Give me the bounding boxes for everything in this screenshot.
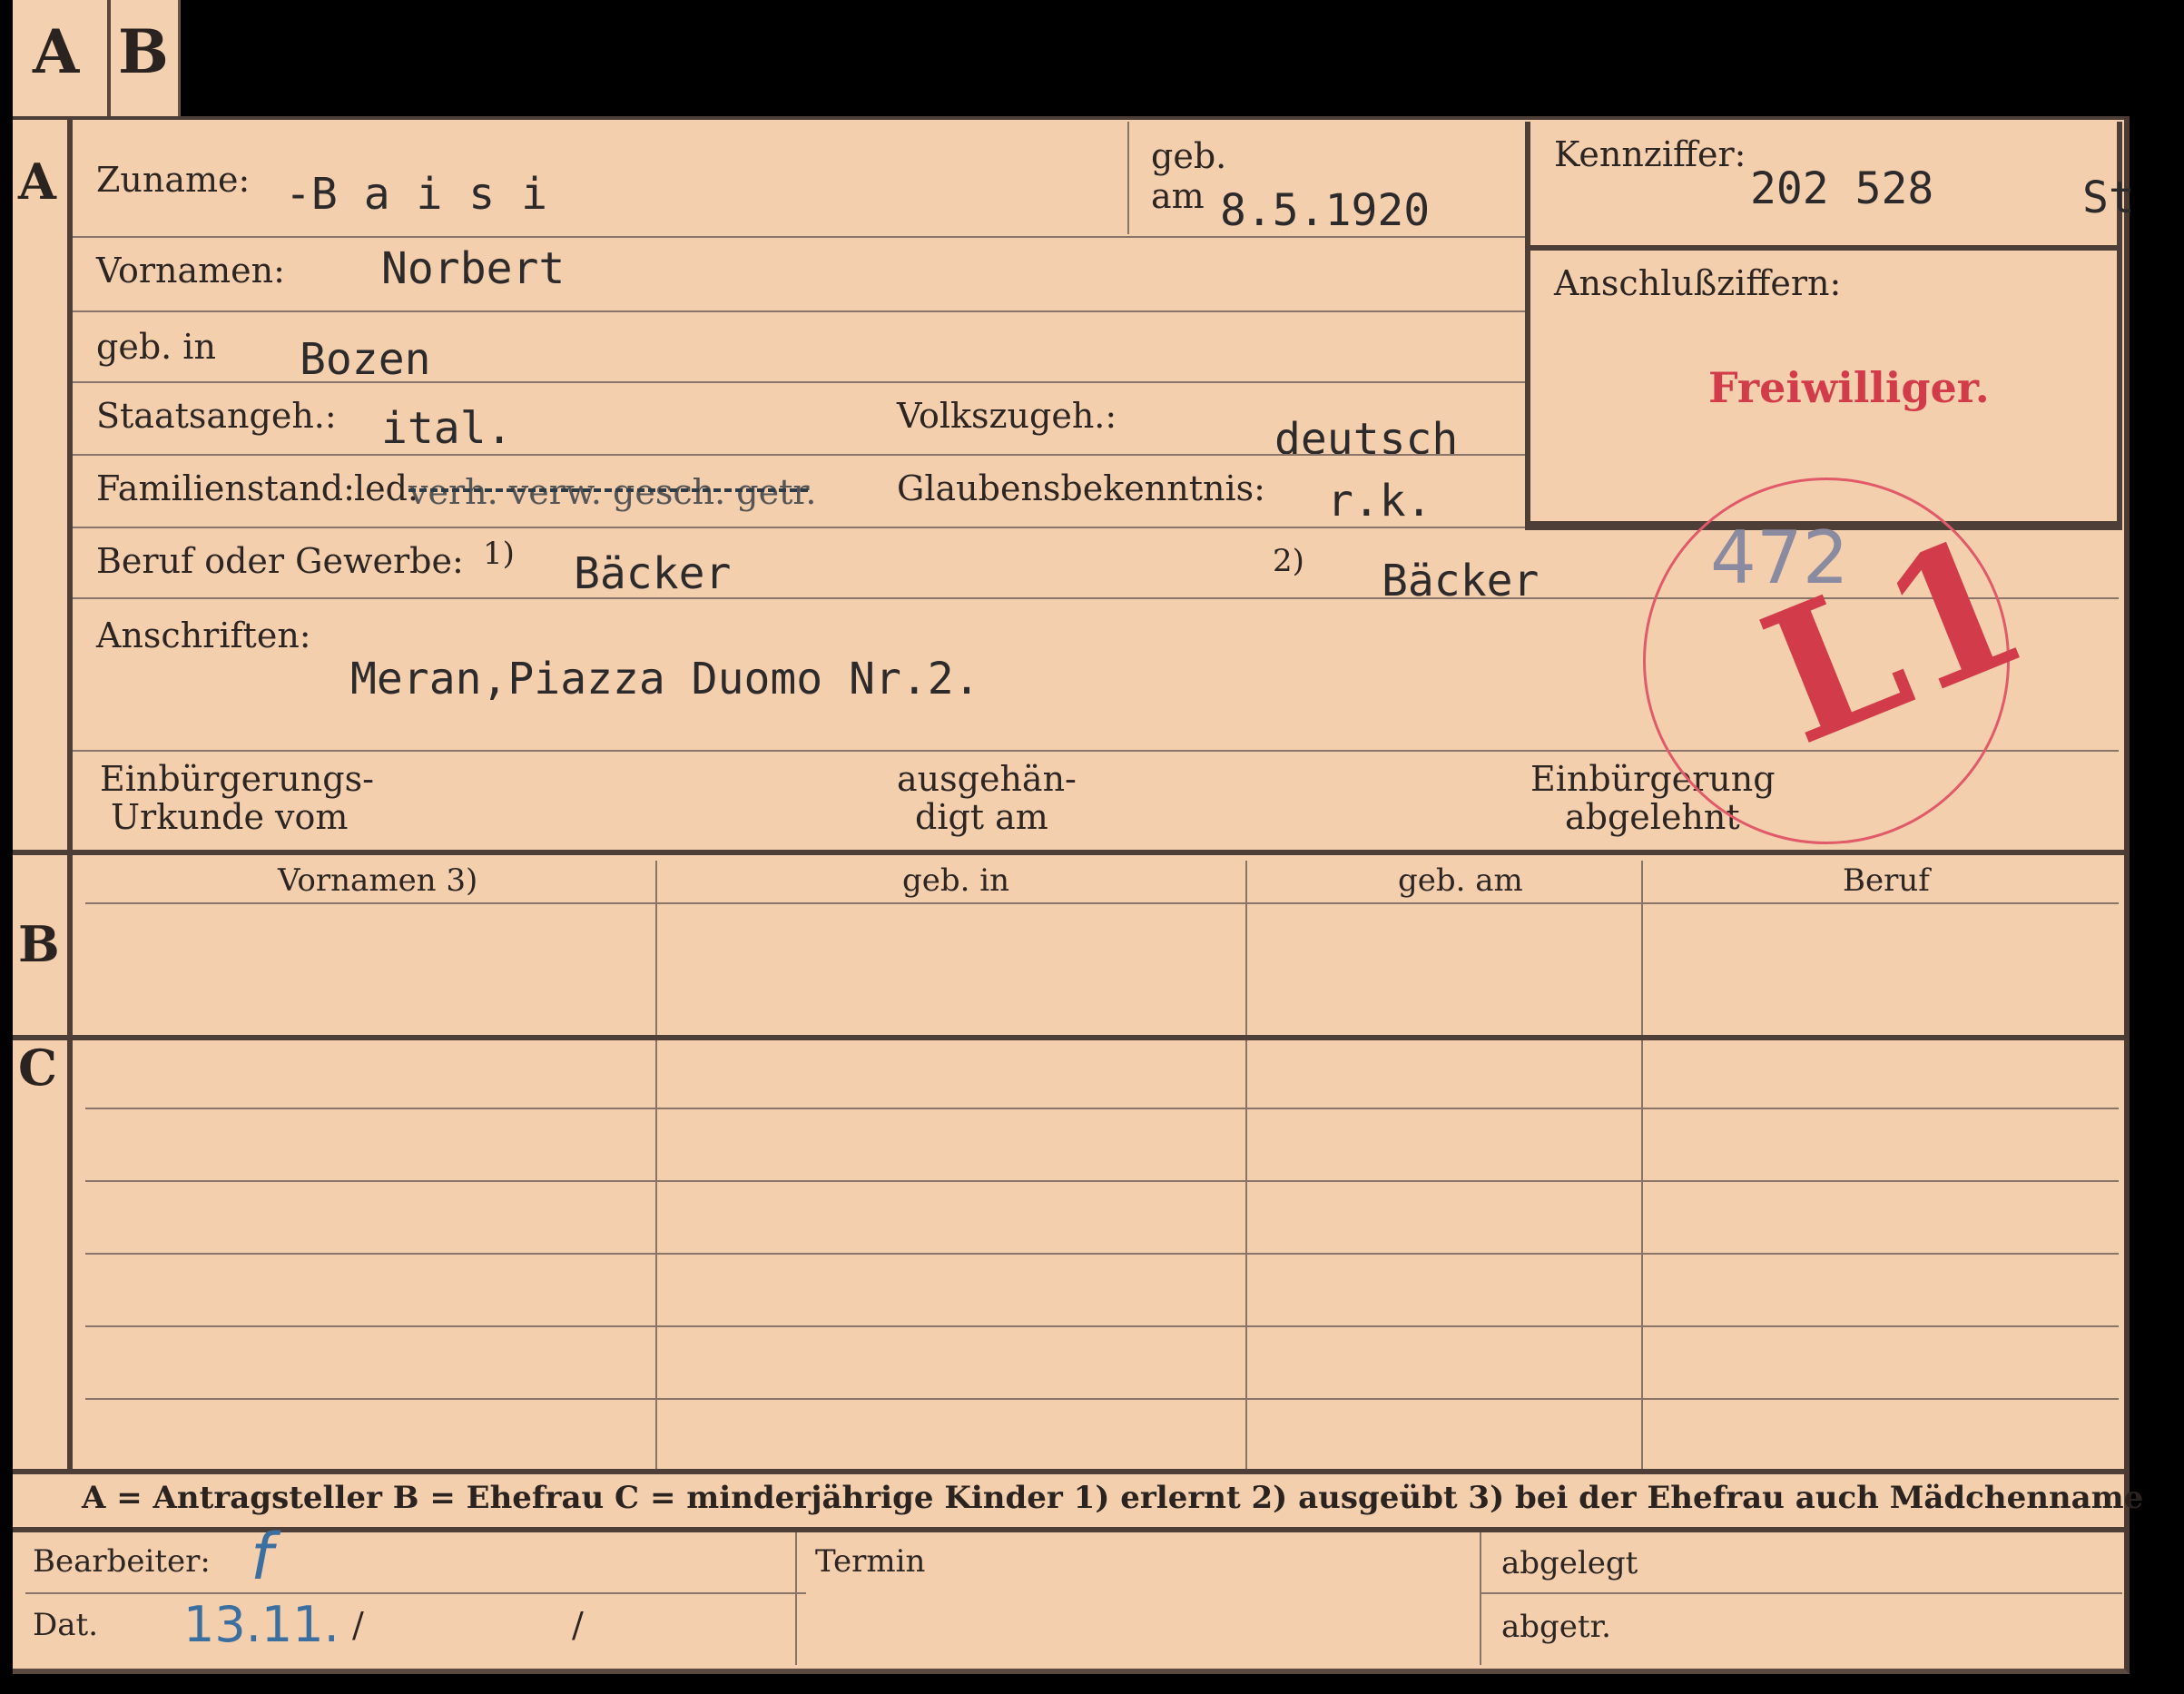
row-line-4: [73, 454, 1525, 456]
religion-value: r.k.: [1327, 476, 1432, 527]
ethnicity-label: Volkszugeh.:: [897, 396, 1117, 436]
table-header-birthdate: geb. am: [1398, 862, 1523, 899]
date-value: 13.11.: [183, 1596, 339, 1653]
filed-label: abgelegt: [1501, 1545, 1638, 1581]
address-label: Anschriften:: [96, 616, 311, 655]
delivered-label: abgetr.: [1501, 1609, 1611, 1645]
card-tab: A B: [13, 0, 181, 116]
born-on-label: am: [1151, 176, 1205, 216]
id-box-mid: [1525, 245, 2122, 251]
birth-divider: [1127, 122, 1129, 234]
clerk-label: Bearbeiter:: [33, 1543, 211, 1580]
naturalization-label-2: Urkunde vom: [111, 797, 349, 837]
row-line-2: [73, 310, 1525, 312]
table-header-profession: Beruf: [1843, 862, 1930, 899]
table-header-first-names: Vornamen 3): [278, 862, 478, 899]
surname-label: Zuname:: [96, 160, 251, 200]
strikeout-line: [408, 488, 808, 492]
legend-top-line: [13, 1469, 2124, 1474]
registration-card: A B C Zuname: -B a i s i geb. am 8.5.192…: [13, 116, 2143, 1674]
born-label: geb.: [1151, 136, 1227, 176]
table-col-divider-1: [655, 861, 657, 1469]
table-row-line-3: [85, 1253, 2119, 1255]
table-row-line-2: [85, 1180, 2119, 1182]
row-line-5: [73, 527, 1525, 528]
table-row-line-4: [85, 1325, 2119, 1327]
row-line-3: [73, 381, 1525, 383]
table-col-divider-2: [1245, 861, 1247, 1469]
citizenship-label: Staatsangeh.:: [96, 396, 337, 436]
birthplace-label: geb. in: [96, 327, 216, 367]
footer-right-line: [1480, 1592, 2122, 1594]
tab-divider: [107, 0, 111, 116]
legend-text: A = Antragsteller B = Ehefrau C = minder…: [82, 1480, 2144, 1516]
deadline-label: Termin: [815, 1543, 926, 1580]
naturalization-label-1: Einbürgerungs-: [100, 759, 374, 799]
legend-bottom-line: [13, 1527, 2124, 1532]
address-value: Meran,Piazza Duomo Nr.2.: [350, 654, 980, 704]
profession-mark-1: 1): [483, 536, 515, 572]
id-suffix: St: [2082, 172, 2135, 223]
surname-value: -B a i s i: [285, 169, 547, 220]
id-box-left: [1525, 122, 1530, 527]
first-names-label: Vornamen:: [96, 251, 285, 291]
footer-divider-2: [1480, 1532, 1481, 1665]
table-row-line-5: [85, 1398, 2119, 1400]
footer-left-line: [25, 1592, 806, 1594]
row-line-1: [73, 236, 1525, 238]
profession-mark-2: 2): [1273, 543, 1304, 579]
date-slash-2: /: [572, 1605, 584, 1645]
religion-label: Glaubensbekenntnis:: [897, 468, 1265, 508]
top-frame-line: [13, 116, 2124, 120]
handed-label-2: digt am: [915, 797, 1048, 837]
section-c-label: C: [18, 1039, 57, 1097]
marital-label: Familienstand:: [96, 468, 355, 508]
profession-value-1: Bäcker: [574, 548, 732, 599]
date-slash-1: /: [352, 1605, 364, 1645]
ethnicity-value: deutsch: [1274, 414, 1459, 465]
birth-date-value: 8.5.1920: [1220, 185, 1431, 236]
handed-label-1: ausgehän-: [897, 759, 1077, 799]
table-col-divider-3: [1641, 861, 1643, 1469]
connection-label: Anschlußziffern:: [1554, 263, 1842, 303]
section-a-label: A: [18, 153, 56, 211]
first-names-value: Norbert: [381, 243, 566, 294]
id-value: 202 528: [1750, 163, 1934, 214]
birthplace-value: Bozen: [300, 334, 431, 385]
table-row-line-1: [85, 1108, 2119, 1109]
left-frame-line: [67, 116, 73, 1469]
section-b-label: B: [18, 915, 60, 973]
tab-letter-a: A: [33, 16, 80, 87]
id-label: Kennziffer:: [1554, 134, 1746, 174]
table-header-line: [85, 902, 2119, 904]
section-c-top-line: [13, 1035, 2124, 1040]
marital-struck-options: verh. verw. gesch. getr.: [408, 472, 817, 512]
clerk-initial: f: [251, 1520, 273, 1594]
date-label: Dat.: [33, 1607, 99, 1643]
footer-divider-1: [795, 1532, 797, 1665]
tab-letter-b: B: [118, 16, 169, 87]
section-b-top-line: [13, 850, 2124, 855]
volunteer-stamp: Freiwilliger.: [1708, 363, 1990, 412]
profession-label: Beruf oder Gewerbe:: [96, 541, 464, 581]
citizenship-value: ital.: [381, 403, 513, 454]
table-header-birthplace: geb. in: [902, 862, 1010, 899]
